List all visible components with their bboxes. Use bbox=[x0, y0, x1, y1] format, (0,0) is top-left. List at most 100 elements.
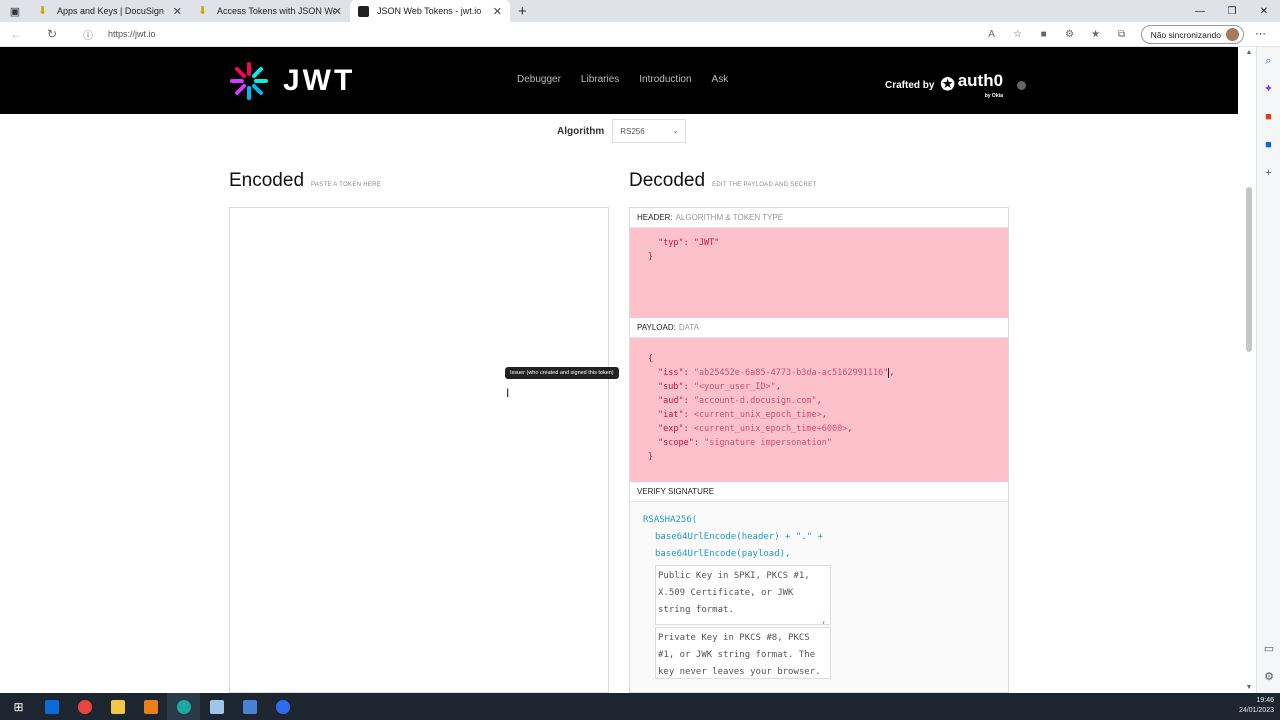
nav-debugger[interactable]: Debugger bbox=[517, 74, 561, 85]
read-aloud-icon[interactable]: A bbox=[985, 29, 999, 40]
encoded-token-input[interactable] bbox=[229, 207, 609, 693]
edge-icon[interactable] bbox=[167, 693, 200, 720]
close-tab-icon[interactable]: ✕ bbox=[333, 5, 342, 18]
extension-icon[interactable]: ■ bbox=[1037, 29, 1051, 40]
close-window-icon[interactable]: ✕ bbox=[1248, 0, 1280, 22]
system-clock[interactable]: 19:46 24/01/2023 bbox=[1239, 696, 1274, 716]
payload-line: "aud": "account-d.docusign.com", bbox=[658, 396, 822, 406]
outlook-icon[interactable] bbox=[35, 693, 68, 720]
payload-line: "iss": "ab25452e-6a85-4773-b3da-ac516299… bbox=[658, 367, 895, 378]
brand-name: auth0 bbox=[957, 71, 1004, 90]
more-icon[interactable]: ⋯ bbox=[1255, 27, 1266, 40]
nav-libraries[interactable]: Libraries bbox=[581, 74, 619, 85]
decoded-hint: EDIT THE PAYLOAD AND SECRET bbox=[712, 182, 817, 188]
payload-value: "<your_user_ID>" bbox=[693, 382, 776, 392]
browser-tab-active[interactable]: JSON Web Tokens - jwt.io ✕ bbox=[350, 0, 510, 22]
profile-button[interactable]: Não sincronizando bbox=[1140, 25, 1244, 44]
back-icon[interactable]: ← bbox=[4, 23, 28, 45]
code-line: { bbox=[648, 354, 654, 364]
calculator-icon[interactable] bbox=[233, 693, 266, 720]
jwt-logo-icon bbox=[230, 62, 268, 100]
decoded-title: Decoded EDIT THE PAYLOAD AND SECRET bbox=[629, 170, 816, 192]
auth0-logo: ✪ auth0 by Okta bbox=[940, 71, 1003, 99]
app-icon[interactable] bbox=[134, 693, 167, 720]
nav-ask[interactable]: Ask bbox=[712, 74, 729, 85]
text-cursor-icon: I bbox=[506, 386, 510, 400]
header-sub: ALGORITHM & TOKEN TYPE bbox=[675, 213, 784, 222]
algorithm-label: Algorithm bbox=[557, 125, 605, 137]
payload-sub: DATA bbox=[678, 323, 699, 332]
page-scrollbar[interactable]: ▲ ▼ bbox=[1242, 47, 1256, 693]
theme-toggle-icon[interactable] bbox=[1017, 80, 1027, 90]
payload-line: "sub": "<your_user_ID>", bbox=[658, 382, 781, 392]
encoded-heading: Encoded bbox=[229, 170, 305, 191]
payload-key: "sub" bbox=[658, 382, 684, 392]
code-line: } bbox=[648, 252, 654, 262]
sidebar-toggle-icon[interactable]: ▭ bbox=[1257, 635, 1280, 663]
code-line: } bbox=[648, 452, 654, 462]
tooltip: Issuer (who created and signed this toke… bbox=[505, 367, 619, 379]
taskbar: ⊞ 19:46 24/01/2023 bbox=[0, 693, 1280, 720]
new-tab-icon[interactable]: + bbox=[518, 3, 527, 20]
add-icon[interactable]: + bbox=[1257, 159, 1280, 187]
browser-tab-bar: ▣ ⬇ Apps and Keys | DocuSign ✕ ⬇ Access … bbox=[0, 0, 1280, 22]
settings-icon[interactable]: ⚙ bbox=[1257, 663, 1280, 691]
notes-icon[interactable] bbox=[200, 693, 233, 720]
collections-icon[interactable]: ⧉ bbox=[1115, 29, 1129, 40]
header-label: HEADER: bbox=[637, 213, 673, 222]
file-explorer-icon[interactable] bbox=[101, 693, 134, 720]
payload-editor[interactable]: { "iss": "ab25452e-6a85-4773-b3da-ac5162… bbox=[630, 338, 1008, 482]
zoom-icon[interactable] bbox=[266, 693, 299, 720]
scroll-down-icon[interactable]: ▼ bbox=[1242, 684, 1256, 691]
code-line: base64UrlEncode(header) + "." + bbox=[655, 532, 823, 542]
avatar bbox=[1226, 28, 1239, 41]
crafted-by[interactable]: Crafted by ✪ auth0 by Okta bbox=[885, 71, 1027, 99]
algorithm-select[interactable]: RS256 ⌄ bbox=[612, 119, 687, 143]
close-tab-icon[interactable]: ✕ bbox=[493, 5, 502, 18]
verify-pane-head: VERIFY SIGNATURE bbox=[630, 482, 1008, 502]
browser-tab[interactable]: ⬇ Access Tokens with JSON Web Tok ✕ bbox=[190, 0, 350, 22]
decoded-heading: Decoded bbox=[629, 170, 706, 191]
algorithm-selector: Algorithm RS256 ⌄ bbox=[557, 119, 687, 143]
info-icon[interactable]: ⓘ bbox=[76, 23, 100, 45]
favorite-icon[interactable]: ☆ bbox=[1011, 29, 1025, 40]
header-pane-head: HEADER: ALGORITHM & TOKEN TYPE bbox=[630, 208, 1008, 228]
browser-tab[interactable]: ⬇ Apps and Keys | DocuSign ✕ bbox=[30, 0, 190, 22]
scrollbar-thumb[interactable] bbox=[1246, 187, 1252, 352]
public-key-input[interactable]: Public Key in SPKI, PKCS #1, X.509 Certi… bbox=[655, 565, 831, 625]
puzzle-icon[interactable]: ⚙ bbox=[1063, 29, 1077, 40]
comma: , bbox=[821, 616, 827, 626]
copilot-icon[interactable]: ✦ bbox=[1257, 75, 1280, 103]
jwt-logo[interactable]: JWT bbox=[229, 61, 355, 101]
url-field[interactable]: https://jwt.io bbox=[108, 29, 156, 39]
code-line: "typ": "JWT" bbox=[658, 238, 720, 248]
refresh-icon[interactable]: ↻ bbox=[40, 23, 64, 45]
algorithm-value: RS256 bbox=[620, 126, 645, 136]
logo-text: JWT bbox=[283, 64, 356, 97]
payload-value: <current_unix_epoch_time+6000> bbox=[693, 424, 848, 434]
search-icon[interactable]: ⌕ bbox=[1257, 47, 1280, 75]
header-editor[interactable]: "typ": "JWT" } bbox=[630, 228, 1008, 318]
tab-title: JSON Web Tokens - jwt.io bbox=[377, 6, 482, 16]
payload-key: "aud" bbox=[658, 396, 684, 406]
scroll-up-icon[interactable]: ▲ bbox=[1242, 49, 1256, 56]
decoded-panel: HEADER: ALGORITHM & TOKEN TYPE "typ": "J… bbox=[629, 207, 1009, 693]
outlook-icon[interactable]: ■ bbox=[1257, 131, 1280, 159]
verify-signature: RSASHA256( base64UrlEncode(header) + "."… bbox=[630, 502, 1008, 692]
encoded-title: Encoded PASTE A TOKEN HERE bbox=[229, 170, 381, 192]
jwt-icon bbox=[358, 5, 369, 17]
payload-value: "account-d.docusign.com" bbox=[693, 396, 817, 406]
tab-actions-icon[interactable]: ▣ bbox=[0, 0, 30, 22]
minimize-icon[interactable]: — bbox=[1184, 0, 1216, 22]
chevron-down-icon: ⌄ bbox=[672, 128, 679, 135]
start-icon[interactable]: ⊞ bbox=[2, 693, 35, 720]
chrome-icon[interactable] bbox=[68, 693, 101, 720]
private-key-input[interactable]: Private Key in PKCS #8, PKCS #1, or JWK … bbox=[655, 627, 831, 679]
office-icon[interactable]: ■ bbox=[1257, 103, 1280, 131]
nav-introduction[interactable]: Introduction bbox=[639, 74, 691, 85]
favorites-icon[interactable]: ★ bbox=[1089, 29, 1103, 40]
code-line: RSASHA256( bbox=[643, 515, 698, 525]
payload-line: "scope": "signature impersonation" bbox=[658, 438, 833, 448]
close-tab-icon[interactable]: ✕ bbox=[173, 5, 182, 18]
restore-icon[interactable]: ❐ bbox=[1216, 0, 1248, 22]
